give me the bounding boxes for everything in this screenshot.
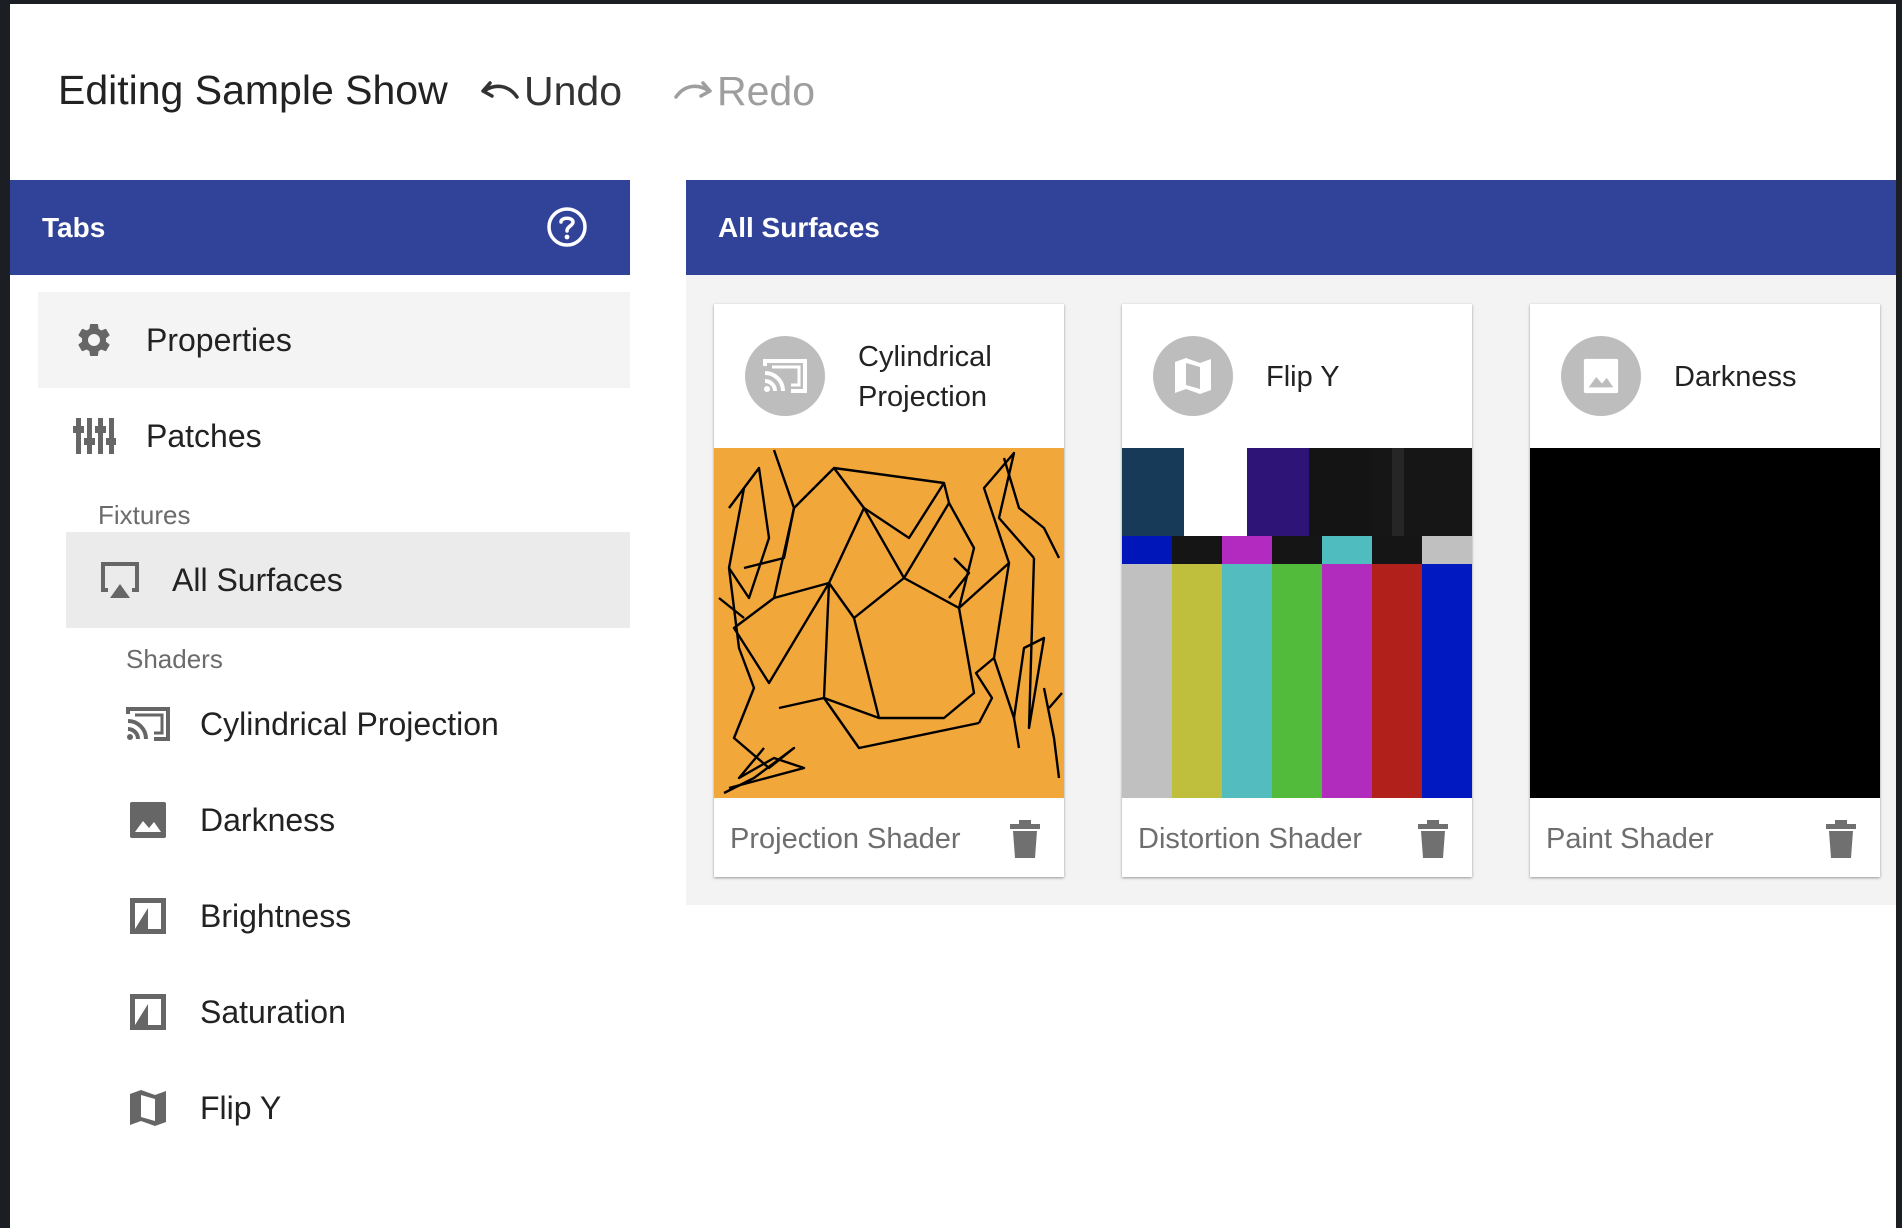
top-bar: Editing Sample Show Undo Redo bbox=[10, 4, 1896, 179]
sidebar-item-cylindrical-projection-label: Cylindrical Projection bbox=[200, 705, 499, 742]
map-icon bbox=[126, 1086, 170, 1130]
delete-icon[interactable] bbox=[1824, 819, 1858, 859]
delete-icon[interactable] bbox=[1008, 819, 1042, 859]
redo-icon bbox=[674, 80, 712, 99]
tab-properties[interactable]: Properties bbox=[38, 292, 630, 388]
shader-card-cylindrical-projection[interactable]: Cylindrical Projection Projection Shader bbox=[714, 304, 1064, 877]
tabs-panel-title: Tabs bbox=[42, 212, 106, 243]
card-title: Darkness bbox=[1674, 361, 1797, 393]
tabs-panel-header: Tabs bbox=[10, 180, 630, 275]
window-frame-right bbox=[1896, 0, 1902, 1228]
card-subtitle: Paint Shader bbox=[1546, 823, 1714, 855]
card-avatar bbox=[745, 336, 825, 416]
sidebar-item-all-surfaces-label: All Surfaces bbox=[172, 561, 343, 598]
tab-patches-label: Patches bbox=[146, 417, 262, 454]
exposure-icon bbox=[126, 990, 170, 1034]
shader-card-flip-y[interactable]: Flip Y Distortion Shader bbox=[1122, 304, 1472, 877]
sidebar-item-saturation[interactable]: Saturation bbox=[126, 964, 630, 1060]
page-title: Editing Sample Show bbox=[58, 67, 448, 113]
redo-button[interactable]: Redo bbox=[673, 68, 815, 115]
sidebar-item-flip-y[interactable]: Flip Y bbox=[126, 1060, 630, 1156]
shader-card-darkness[interactable]: Darkness Paint Shader bbox=[1530, 304, 1880, 877]
exposure-icon bbox=[126, 894, 170, 938]
card-subtitle: Distortion Shader bbox=[1138, 823, 1363, 855]
help-circle-icon[interactable] bbox=[546, 206, 588, 248]
card-subtitle: Projection Shader bbox=[730, 823, 961, 855]
sidebar-item-saturation-label: Saturation bbox=[200, 993, 346, 1030]
map-icon bbox=[1175, 358, 1211, 394]
tab-properties-label: Properties bbox=[146, 321, 292, 358]
fixtures-section-label: Fixtures bbox=[98, 500, 191, 530]
sidebar-item-flip-y-label: Flip Y bbox=[200, 1089, 282, 1126]
card-title: Cylindrical Projection bbox=[858, 341, 992, 413]
sidebar-item-darkness[interactable]: Darkness bbox=[126, 772, 630, 868]
card-title: Flip Y bbox=[1266, 361, 1340, 393]
sidebar-item-brightness[interactable]: Brightness bbox=[126, 868, 630, 964]
sliders-icon bbox=[72, 414, 116, 458]
gear-icon bbox=[72, 318, 116, 362]
window-frame-left bbox=[0, 0, 10, 1228]
card-avatar bbox=[1561, 336, 1641, 416]
sidebar-item-cylindrical-projection[interactable]: Cylindrical Projection bbox=[126, 676, 630, 772]
sidebar-item-brightness-label: Brightness bbox=[200, 897, 352, 934]
card-preview-black bbox=[1530, 448, 1880, 798]
redo-label: Redo bbox=[717, 68, 816, 114]
undo-label: Undo bbox=[524, 68, 623, 114]
airplay-icon bbox=[98, 558, 142, 602]
surfaces-panel-header: All Surfaces bbox=[686, 180, 1896, 275]
sidebar-item-all-surfaces[interactable]: All Surfaces bbox=[66, 532, 630, 628]
sidebar-item-darkness-label: Darkness bbox=[200, 801, 336, 838]
cast-icon bbox=[126, 702, 170, 746]
delete-icon[interactable] bbox=[1416, 819, 1450, 859]
card-preview-color-bars bbox=[1122, 448, 1472, 798]
undo-button[interactable]: Undo bbox=[480, 68, 622, 115]
shaders-section-label: Shaders bbox=[126, 644, 223, 674]
image-icon bbox=[1583, 358, 1619, 394]
tab-patches[interactable]: Patches bbox=[38, 388, 630, 484]
image-icon bbox=[126, 798, 170, 842]
card-preview-projection bbox=[714, 448, 1064, 798]
surfaces-panel-title: All Surfaces bbox=[718, 212, 880, 243]
undo-icon bbox=[481, 80, 519, 99]
card-avatar bbox=[1153, 336, 1233, 416]
cast-icon bbox=[763, 359, 807, 393]
